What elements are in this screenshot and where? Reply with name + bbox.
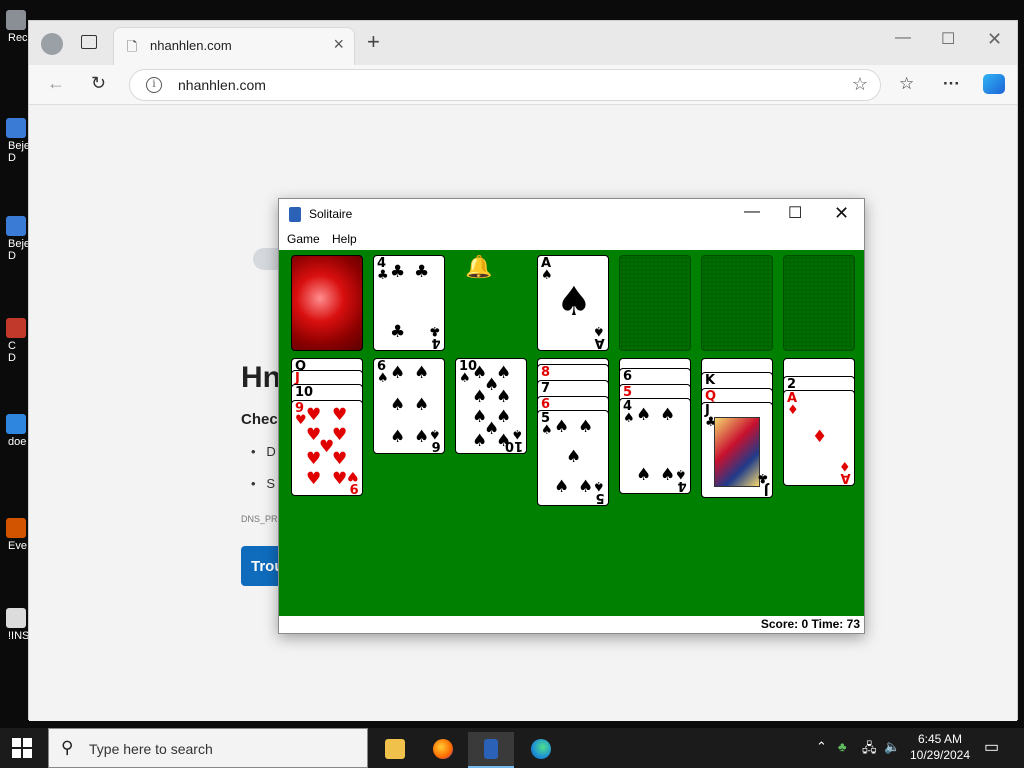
solitaire-window: Solitaire — ☐ ✕ Game Help 4 ♣ ♣ ♣ ♣ 4 ♣ 🔔 …: [278, 198, 865, 634]
favorites-icon[interactable]: ☆: [899, 74, 914, 94]
score-time-status: Score: 0 Time: 73: [279, 617, 864, 633]
solitaire-taskbar-icon: [484, 739, 498, 759]
foundation-slot-3[interactable]: [701, 255, 773, 351]
refresh-icon[interactable]: ↻: [91, 73, 106, 94]
tab-actions-icon[interactable]: [81, 35, 97, 49]
search-icon: ⚲: [61, 738, 74, 757]
folder-icon: [385, 739, 405, 759]
taskbar-edge[interactable]: [518, 732, 564, 768]
desktop-icon-eve[interactable]: Eve: [0, 516, 28, 552]
page-bullet-2: • S: [251, 476, 276, 491]
tableau-card-jack-clubs[interactable]: J ♣ J ♣: [701, 402, 773, 498]
favorite-star-icon[interactable]: ☆: [852, 74, 868, 95]
clock-date: 10/29/2024: [909, 748, 971, 762]
solitaire-title: Solitaire: [309, 207, 353, 221]
copilot-icon[interactable]: [983, 74, 1005, 94]
menu-help[interactable]: Help: [332, 232, 357, 246]
solitaire-close-icon[interactable]: ✕: [834, 203, 849, 224]
jack-face-image: [714, 417, 760, 487]
desktop-icon-install[interactable]: !INST: [0, 606, 36, 642]
app-tray-icon[interactable]: ♣: [838, 739, 847, 754]
desktop-icon-bejeweled-2[interactable]: Beje D: [0, 214, 30, 262]
stock-pile[interactable]: [291, 255, 363, 351]
solitaire-app-icon: [289, 207, 301, 222]
desktop-icon-doe[interactable]: doe: [0, 412, 28, 448]
tab-nhanhlen[interactable]: 🗋 nhanhlen.com ×: [113, 27, 355, 65]
profile-avatar[interactable]: [41, 33, 63, 55]
clock[interactable]: 6:45 AM 10/29/2024: [908, 731, 972, 763]
show-hidden-icons-icon[interactable]: ⌃: [816, 739, 827, 755]
foundation-slot-2[interactable]: [619, 255, 691, 351]
firefox-icon: [433, 739, 453, 759]
address-bar[interactable]: i nhanhlen.com ☆: [129, 69, 881, 101]
windows-logo-icon: [12, 738, 21, 747]
minimize-icon[interactable]: —: [895, 29, 911, 47]
solitaire-maximize-icon[interactable]: ☐: [788, 203, 802, 223]
app-shortcut-icon: [6, 518, 26, 538]
address-bar-row: ← ↻ i nhanhlen.com ☆ ☆ ···: [29, 65, 1017, 105]
tab-close-icon[interactable]: ×: [333, 34, 344, 55]
tab-bar: 🗋 nhanhlen.com × + — ☐ ✕: [29, 21, 1017, 65]
game-shortcut-icon: [6, 216, 26, 236]
game-board: 4 ♣ ♣ ♣ ♣ 4 ♣ 🔔 A ♠ ♠ A ♠ Q J 10 9 ♥ ♥ ♥ ♥ ♥: [279, 250, 864, 616]
desktop-icon-recycle-bin[interactable]: Rec: [0, 8, 28, 44]
tableau-card-10-spades[interactable]: 10 ♠ ♠ ♠ ♠ ♠ ♠ ♠ ♠ ♠ ♠ ♠ 10 ♠: [455, 358, 527, 454]
url-text: nhanhlen.com: [178, 77, 266, 93]
tableau-card-5-spades[interactable]: 5 ♠ ♠ ♠ ♠ ♠ ♠ 5 ♠: [537, 410, 609, 506]
tableau-card-9-hearts[interactable]: 9 ♥ ♥ ♥ ♥ ♥ ♥ ♥ ♥ ♥ ♥ 9 ♥: [291, 400, 363, 496]
tableau-card-ace-diamonds[interactable]: A ♦ ♦ A ♦: [783, 390, 855, 486]
clock-time: 6:45 AM: [917, 732, 963, 746]
search-placeholder: Type here to search: [89, 741, 213, 757]
volume-icon[interactable]: 🔈: [884, 739, 900, 755]
app-shortcut-icon: [6, 318, 26, 338]
network-icon[interactable]: 🖧: [862, 739, 877, 761]
taskbar-file-explorer[interactable]: [372, 732, 418, 768]
taskbar-search-box[interactable]: ⚲ Type here to search: [48, 728, 368, 768]
app-shortcut-icon: [6, 414, 26, 434]
taskbar: ⚲ Type here to search ⌃ ♣ 🖧 🔈 6:45 AM 10…: [0, 728, 1024, 768]
foundation-slot-4[interactable]: [783, 255, 855, 351]
error-code: DNS_PR: [241, 514, 278, 524]
desktop-icon-c[interactable]: C D: [0, 316, 28, 364]
maximize-icon[interactable]: ☐: [941, 29, 955, 49]
solitaire-menubar: Game Help: [279, 229, 864, 249]
notifications-icon[interactable]: ▭: [984, 737, 999, 757]
taskbar-firefox[interactable]: [420, 732, 466, 768]
solitaire-titlebar[interactable]: Solitaire — ☐ ✕: [279, 199, 864, 229]
page-bullet-1: • D: [251, 444, 276, 459]
start-button[interactable]: [12, 738, 32, 758]
foundation-ace-spades[interactable]: A ♠ ♠ A ♠: [537, 255, 609, 351]
solitaire-minimize-icon[interactable]: —: [744, 203, 760, 221]
page-favicon-icon: 🗋: [126, 39, 138, 54]
new-tab-icon[interactable]: +: [367, 29, 380, 55]
desktop-icon-bejeweled-1[interactable]: Beje D: [0, 116, 30, 164]
file-icon: [6, 608, 26, 628]
bell-icon: 🔔: [465, 254, 493, 279]
waste-card-4-clubs[interactable]: 4 ♣ ♣ ♣ ♣ 4 ♣: [373, 255, 445, 351]
tab-title: nhanhlen.com: [150, 38, 232, 53]
tableau-card-6-spades[interactable]: 6 ♠ ♠ ♠ ♠ ♠ ♠ ♠ 6 ♠: [373, 358, 445, 454]
tableau-card-4-spades[interactable]: 4 ♠ ♠ ♠ ♠ ♠ 4 ♠: [619, 398, 691, 494]
recycle-bin-icon: [6, 10, 26, 30]
taskbar-solitaire[interactable]: [468, 732, 514, 768]
site-info-icon[interactable]: i: [146, 77, 162, 93]
game-shortcut-icon: [6, 118, 26, 138]
edge-icon: [531, 739, 551, 759]
more-options-icon[interactable]: ···: [943, 74, 960, 94]
back-icon[interactable]: ←: [47, 73, 65, 94]
close-icon[interactable]: ✕: [987, 29, 1002, 50]
page-heading: Hn: [241, 361, 281, 394]
menu-game[interactable]: Game: [287, 232, 320, 246]
